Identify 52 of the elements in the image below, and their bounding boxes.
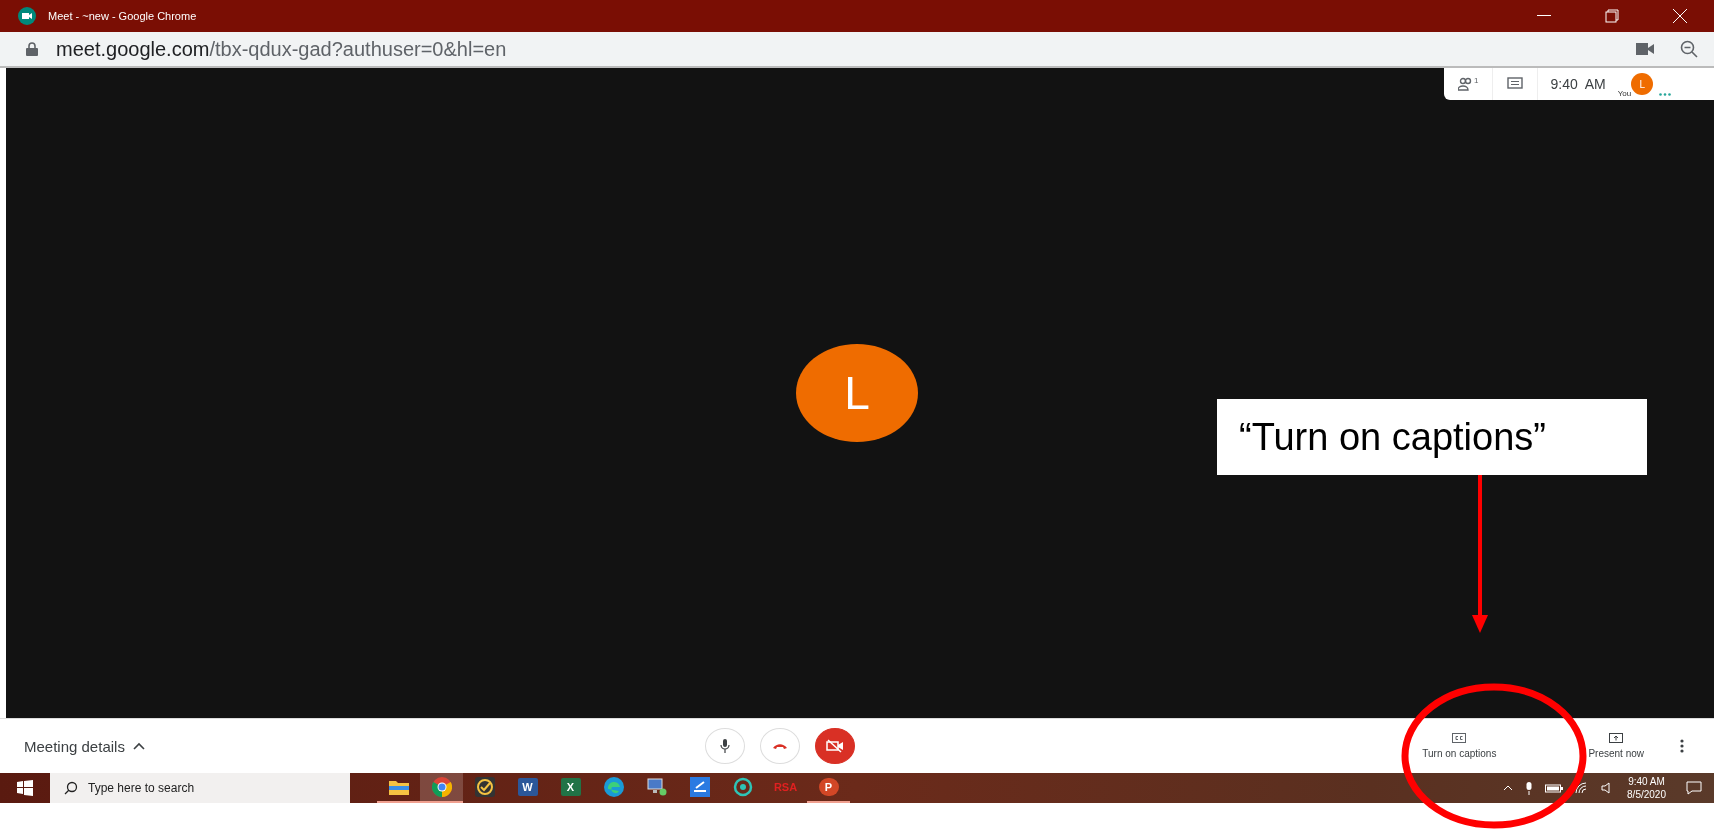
taskbar-app[interactable]: P xyxy=(807,773,850,803)
captions-icon xyxy=(1452,733,1467,743)
notification-icon xyxy=(1686,781,1702,795)
camera-icon xyxy=(1636,43,1654,55)
spreadsheet-app-icon: X xyxy=(560,778,581,796)
search-placeholder: Type here to search xyxy=(88,781,195,795)
annotation-callout: “Turn on captions” xyxy=(1217,399,1647,475)
restore-icon xyxy=(1605,9,1619,23)
taskbar-app[interactable]: X xyxy=(549,773,592,803)
camera-toggle-button[interactable] xyxy=(814,728,855,764)
more-dots-icon xyxy=(1659,93,1672,96)
microphone-button[interactable] xyxy=(704,728,745,764)
taskbar-search-field[interactable]: Type here to search xyxy=(50,773,350,803)
meeting-time: 9:40 AM xyxy=(1549,76,1607,92)
document-app-icon: W xyxy=(517,778,538,796)
participants-button[interactable]: 1 xyxy=(1444,68,1494,100)
folder-icon xyxy=(388,779,409,795)
minimize-icon xyxy=(1537,15,1551,17)
present-screen-icon xyxy=(1609,733,1624,743)
scanner-icon xyxy=(689,777,710,797)
browser-icon xyxy=(431,777,452,797)
lock-icon xyxy=(26,42,38,56)
participant-count: 1 xyxy=(1474,76,1479,85)
microphone-icon xyxy=(1525,781,1534,795)
battery-icon xyxy=(1545,783,1564,793)
meeting-details-button[interactable]: Meeting details xyxy=(24,737,125,755)
taskbar-clock[interactable]: 9:40 AM 8/5/2020 xyxy=(1627,775,1666,801)
wave-icon xyxy=(603,777,624,797)
zoom-out-icon xyxy=(1680,40,1698,58)
chevron-up-icon xyxy=(1503,785,1514,791)
taskbar-app[interactable]: W xyxy=(506,773,549,803)
ring-icon xyxy=(732,777,753,797)
check-icon xyxy=(474,777,495,797)
microphone-icon xyxy=(719,739,730,753)
window-title: Meet - ~new - Google Chrome xyxy=(48,10,198,22)
app-label: RSA xyxy=(773,781,798,793)
close-icon xyxy=(1673,9,1687,23)
more-options-icon xyxy=(1680,739,1684,753)
video-chat-logo-icon xyxy=(18,7,36,25)
present-button[interactable]: Present now xyxy=(1588,733,1644,759)
slides-app-icon: P xyxy=(818,778,839,796)
chat-icon xyxy=(1507,77,1524,91)
participant-avatar: L xyxy=(796,344,918,442)
monitor-icon xyxy=(646,778,667,796)
people-icon xyxy=(1458,77,1474,91)
phone-icon xyxy=(771,742,788,750)
camera-icon xyxy=(825,739,844,753)
self-label: You xyxy=(1617,89,1632,98)
start-icon xyxy=(17,780,33,796)
captions-button[interactable]: Turn on captions xyxy=(1422,733,1497,759)
search-icon xyxy=(64,781,78,795)
chevron-up-icon xyxy=(132,742,145,750)
